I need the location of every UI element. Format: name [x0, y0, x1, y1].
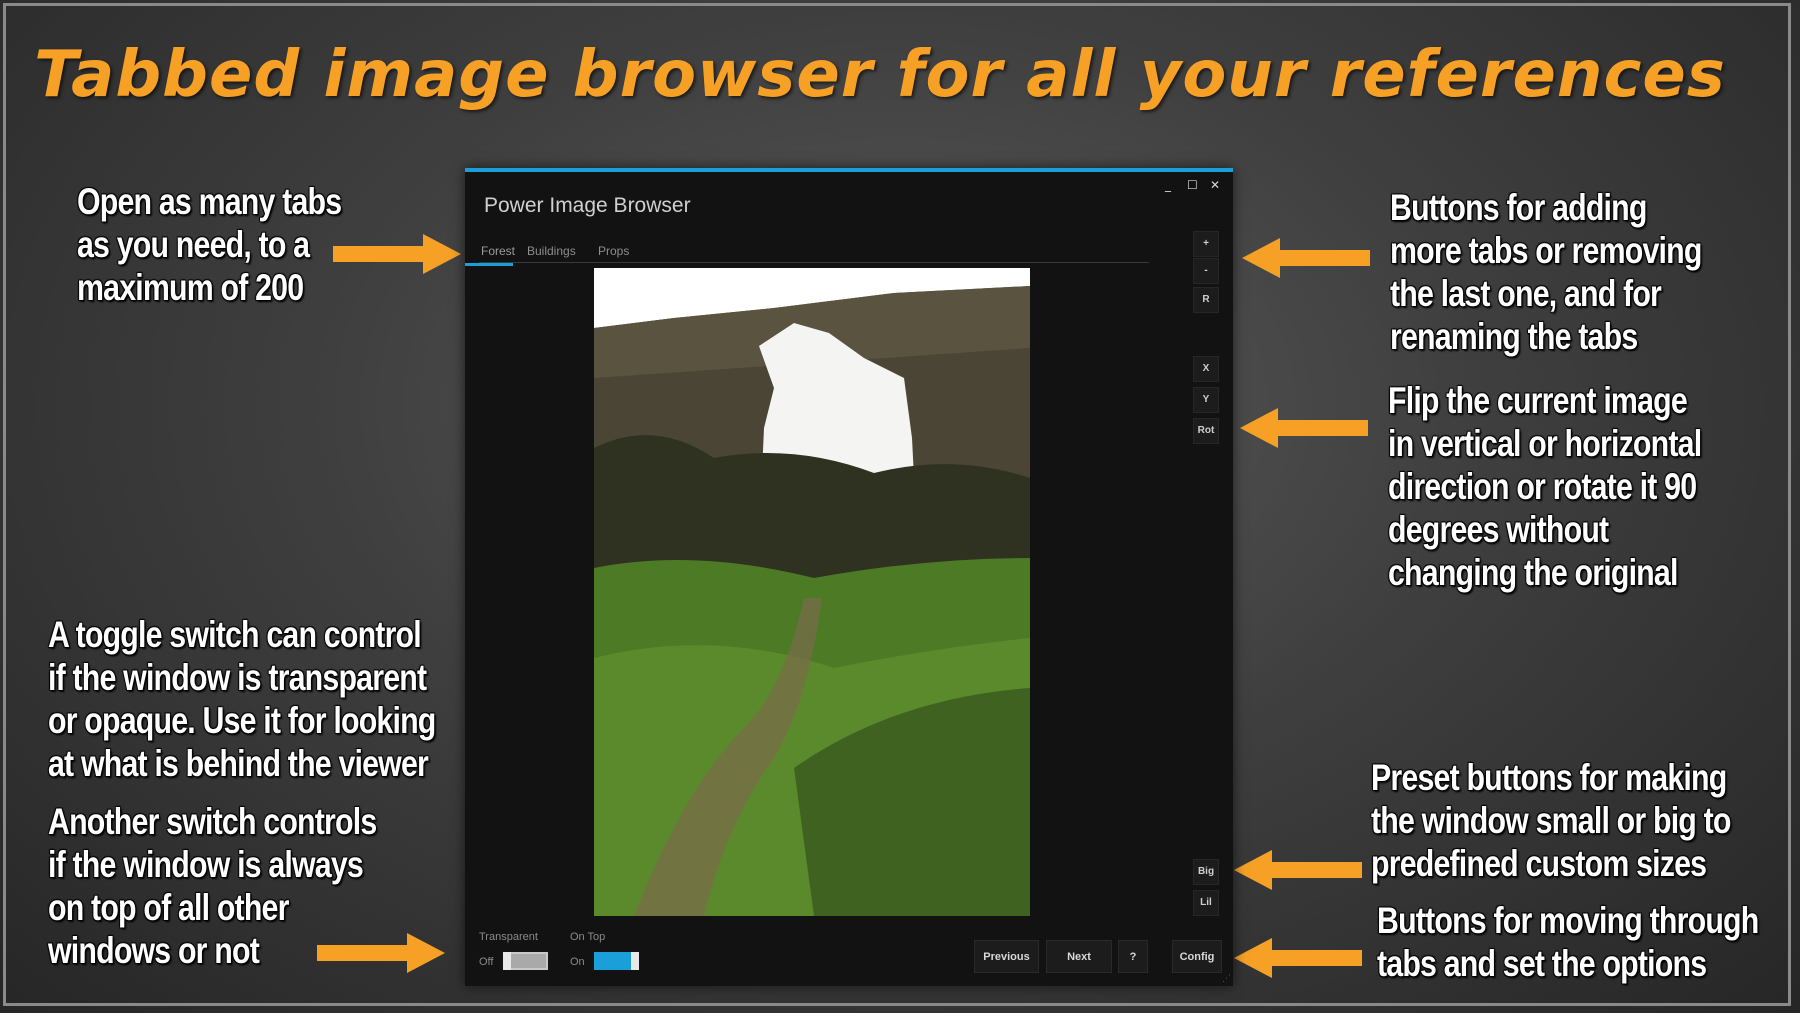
maximize-button[interactable]: ☐ [1187, 178, 1198, 192]
help-button[interactable]: ? [1118, 940, 1148, 973]
tab-forest[interactable]: Forest [481, 244, 515, 258]
note-presets: Preset buttons for making the window sma… [1371, 757, 1731, 884]
transparent-label: Transparent [479, 931, 538, 943]
arrow-left-icon [1240, 408, 1368, 448]
toggle-thumb [503, 952, 511, 970]
minimize-button[interactable]: _ [1165, 178, 1171, 192]
rotate-button[interactable]: Rot [1193, 418, 1219, 444]
transparent-toggle[interactable] [503, 952, 548, 970]
active-tab-indicator [465, 263, 513, 266]
close-button[interactable]: ✕ [1210, 178, 1220, 192]
ontop-label: On Top [570, 931, 606, 943]
config-button[interactable]: Config [1172, 940, 1222, 973]
note-transparent: A toggle switch can control if the windo… [48, 614, 436, 784]
flip-x-button[interactable]: X [1193, 356, 1219, 382]
previous-button[interactable]: Previous [974, 940, 1039, 973]
tab-bar: Forest Buildings Props [479, 240, 1149, 263]
tab-buildings[interactable]: Buildings [527, 244, 576, 258]
note-nav: Buttons for moving through tabs and set … [1377, 900, 1759, 984]
toggle-thumb [631, 952, 639, 970]
arrow-left-icon [1234, 850, 1362, 890]
next-button[interactable]: Next [1046, 940, 1112, 973]
rename-tab-button[interactable]: R [1193, 287, 1219, 313]
tab-props[interactable]: Props [598, 244, 629, 258]
arrow-right-icon [333, 234, 461, 274]
note-tabs: Open as many tabs as you need, to a maxi… [77, 181, 342, 308]
app-window: _ ☐ ✕ Power Image Browser Forest Buildin… [465, 168, 1233, 986]
add-tab-button[interactable]: + [1193, 231, 1219, 257]
arrow-right-icon [317, 933, 445, 973]
remove-tab-button[interactable]: - [1193, 258, 1219, 284]
big-size-button[interactable]: Big [1193, 859, 1219, 885]
flip-y-button[interactable]: Y [1193, 387, 1219, 413]
ontop-toggle[interactable] [594, 952, 639, 970]
arrow-left-icon [1234, 938, 1362, 978]
headline: Tabbed image browser for all your refere… [34, 38, 1726, 112]
forest-photo [594, 268, 1030, 916]
arrow-left-icon [1242, 238, 1370, 278]
window-title: Power Image Browser [484, 194, 691, 217]
image-view [594, 268, 1030, 916]
resize-grip-icon[interactable]: ⋰ [1222, 974, 1231, 984]
ontop-state: On [570, 956, 585, 968]
transparent-state: Off [479, 956, 494, 968]
note-flip: Flip the current image in vertical or ho… [1388, 380, 1702, 593]
lil-size-button[interactable]: Lil [1193, 890, 1219, 916]
note-tab-buttons: Buttons for adding more tabs or removing… [1390, 187, 1702, 357]
